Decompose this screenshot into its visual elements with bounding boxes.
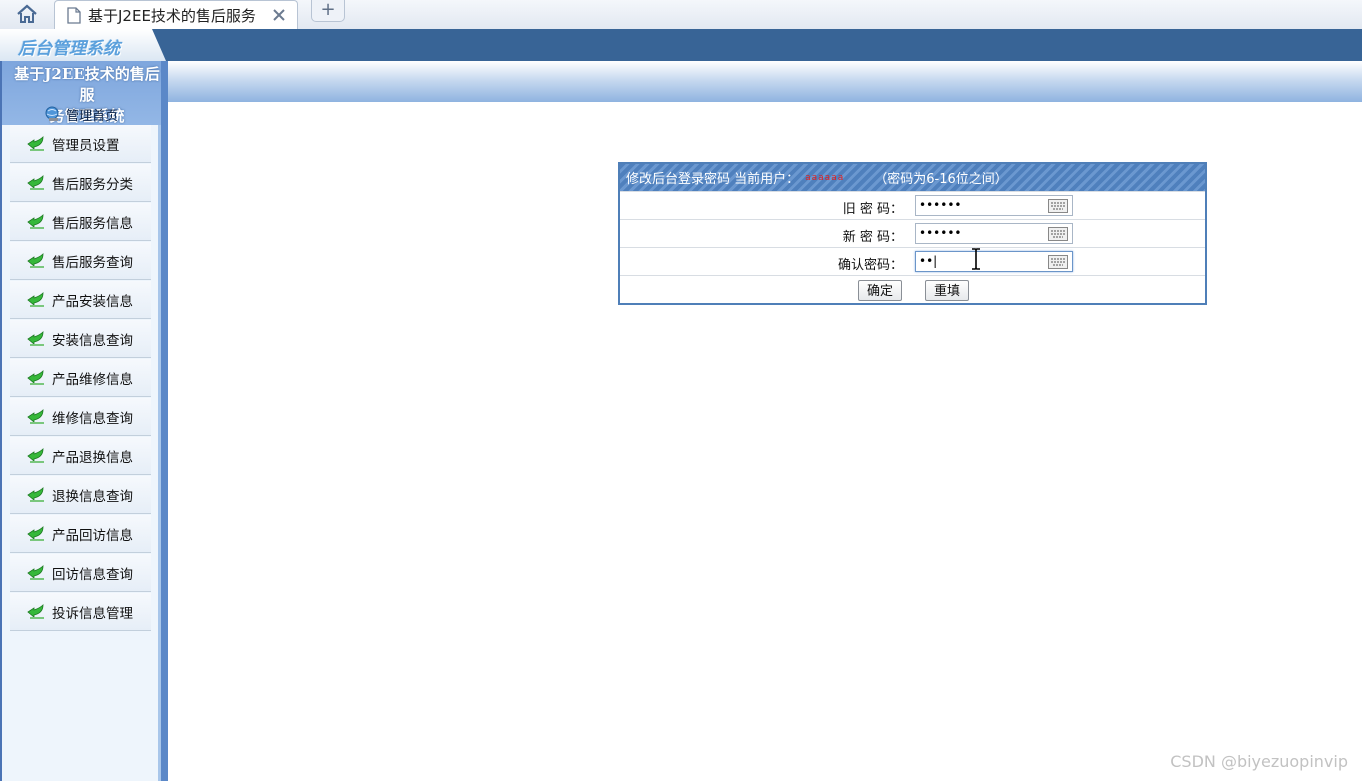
sidebar-item-label: 售后服务信息 (52, 215, 133, 232)
green-arrow-icon (26, 213, 46, 230)
system-title-line1: 基于J2EE技术的售后服 (14, 65, 160, 104)
new-password-field[interactable]: •••••• (915, 223, 1073, 244)
browser-tab-strip: 基于J2EE技术的售后服务 + (0, 0, 1362, 30)
reset-button[interactable]: 重填 (925, 280, 970, 301)
green-arrow-icon (26, 252, 46, 269)
close-icon[interactable] (272, 8, 286, 22)
sidebar-item-service-category[interactable]: 售后服务分类 (10, 164, 151, 202)
green-arrow-icon (26, 291, 46, 308)
header-band (0, 61, 1362, 102)
home-icon[interactable] (8, 1, 46, 27)
new-password-row: 新 密 码： •••••• (620, 219, 1205, 247)
sidebar-item-repair-info[interactable]: 产品维修信息 (10, 359, 151, 397)
confirm-password-field[interactable]: ••| (915, 251, 1073, 272)
text-cursor-icon (971, 248, 981, 270)
confirm-password-label: 确认密码： (837, 258, 903, 273)
button-row: 确定 重填 (620, 275, 1205, 306)
panel-title: 修改后台登录密码 当前用户： (626, 172, 800, 187)
change-password-panel: 修改后台登录密码 当前用户： aaaaaa （密码为6-16位之间） 旧 密 码… (618, 162, 1207, 305)
sidebar-item-return-query[interactable]: 退换信息查询 (10, 476, 151, 514)
old-password-row: 旧 密 码： •••••• (620, 191, 1205, 219)
green-arrow-icon (26, 603, 46, 620)
sidebar-item-label: 维修信息查询 (52, 410, 133, 427)
sidebar-item-revisit-info[interactable]: 产品回访信息 (10, 515, 151, 553)
globe-icon (44, 105, 62, 123)
confirm-password-row: 确认密码： ••| (620, 247, 1205, 275)
current-user: aaaaaa (805, 172, 845, 183)
sidebar-item-service-query[interactable]: 售后服务查询 (10, 242, 151, 280)
new-password-label: 新 密 码： (842, 230, 903, 245)
green-arrow-icon (26, 447, 46, 464)
sidebar-item-label: 投诉信息管理 (52, 605, 133, 622)
keyboard-icon[interactable] (1048, 199, 1068, 213)
page-icon (67, 6, 81, 24)
sidebar-item-label: 产品安装信息 (52, 293, 133, 310)
sidebar-item-label: 产品退换信息 (52, 449, 133, 466)
keyboard-icon[interactable] (1048, 227, 1068, 241)
submit-button[interactable]: 确定 (858, 280, 903, 301)
sidebar-item-label: 管理员设置 (52, 137, 120, 154)
green-arrow-icon (26, 369, 46, 386)
sidebar-item-complaint-manage[interactable]: 投诉信息管理 (10, 593, 151, 631)
new-tab-button[interactable]: + (311, 0, 345, 22)
app-banner (0, 29, 1362, 61)
old-password-label: 旧 密 码： (842, 202, 903, 217)
green-arrow-icon (26, 564, 46, 581)
watermark: CSDN @biyezuopinvip (1170, 752, 1348, 771)
new-password-value: •••••• (919, 226, 962, 240)
sidebar-item-install-info[interactable]: 产品安装信息 (10, 281, 151, 319)
admin-home-link[interactable]: 管理首页 (44, 105, 119, 124)
sidebar-item-admin-settings[interactable]: 管理员设置 (10, 125, 151, 163)
app-logo: 后台管理系统 (18, 39, 120, 59)
old-password-value: •••••• (919, 198, 962, 212)
green-arrow-icon (26, 525, 46, 542)
sidebar-item-label: 售后服务分类 (52, 176, 133, 193)
tab-title: 基于J2EE技术的售后服务 (88, 6, 256, 25)
sidebar: 基于J2EE技术的售后服 务管理系统 管理首页 管理员设置 售后服务分类 售后服… (0, 61, 168, 781)
sidebar-item-service-info[interactable]: 售后服务信息 (10, 203, 151, 241)
green-arrow-icon (26, 408, 46, 425)
green-arrow-icon (26, 330, 46, 347)
green-arrow-icon (26, 135, 46, 152)
sidebar-item-revisit-query[interactable]: 回访信息查询 (10, 554, 151, 592)
sidebar-item-install-query[interactable]: 安装信息查询 (10, 320, 151, 358)
old-password-field[interactable]: •••••• (915, 195, 1073, 216)
sidebar-item-label: 产品维修信息 (52, 371, 133, 388)
password-hint: （密码为6-16位之间） (874, 172, 1008, 187)
sidebar-item-label: 售后服务查询 (52, 254, 133, 271)
sidebar-item-label: 产品回访信息 (52, 527, 133, 544)
sidebar-item-return-info[interactable]: 产品退换信息 (10, 437, 151, 475)
browser-tab[interactable]: 基于J2EE技术的售后服务 (54, 0, 298, 29)
sidebar-menu: 管理员设置 售后服务分类 售后服务信息 售后服务查询 产品安装信息 安装信息查询… (10, 125, 151, 632)
confirm-password-value: ••| (919, 254, 938, 268)
green-arrow-icon (26, 486, 46, 503)
green-arrow-icon (26, 174, 46, 191)
sidebar-item-label: 退换信息查询 (52, 488, 133, 505)
panel-header: 修改后台登录密码 当前用户： aaaaaa （密码为6-16位之间） (620, 164, 1205, 191)
sidebar-item-repair-query[interactable]: 维修信息查询 (10, 398, 151, 436)
keyboard-icon[interactable] (1048, 255, 1068, 269)
admin-home-label: 管理首页 (66, 108, 119, 124)
sidebar-item-label: 回访信息查询 (52, 566, 133, 583)
sidebar-item-label: 安装信息查询 (52, 332, 133, 349)
